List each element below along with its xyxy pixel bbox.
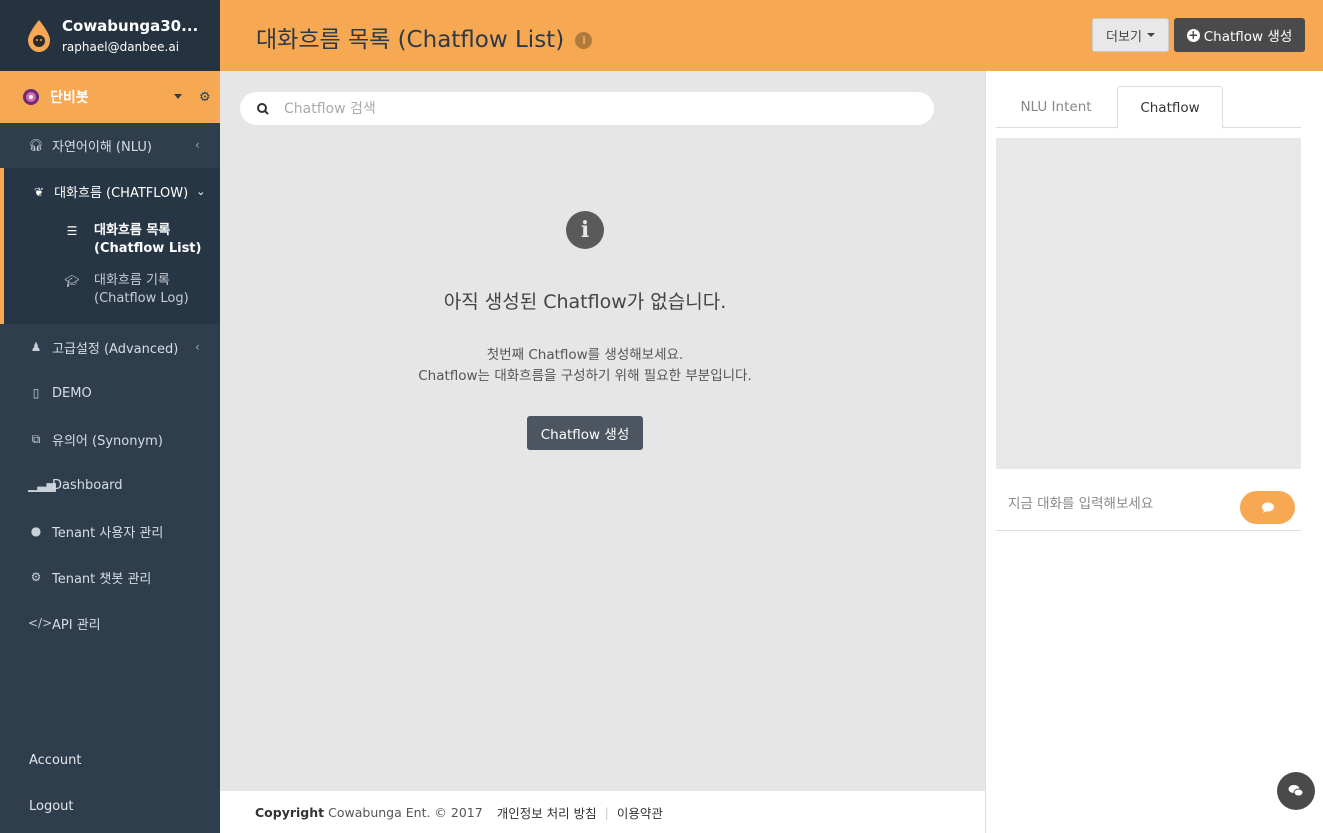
- terms-link[interactable]: 이용약관: [617, 803, 663, 822]
- mobile-icon: ▯: [32, 386, 40, 400]
- sidebar-item-nlu[interactable]: 🎧︎ 자연어이해 (NLU) ‹: [0, 125, 220, 165]
- page-title-text: 대화흐름 목록 (Chatflow List): [256, 27, 565, 53]
- copyright-label: Copyright: [255, 804, 325, 820]
- brand-header[interactable]: Cowabunga30... raphael@danbee.ai: [0, 0, 220, 71]
- tab-nlu-intent[interactable]: NLU Intent: [996, 86, 1116, 128]
- chat-input-row: [996, 484, 1301, 531]
- caret-down-icon[interactable]: [174, 94, 182, 99]
- sidebar-subitem-chatflow-list[interactable]: ☰ 대화흐름 목록 (Chatflow List): [64, 222, 202, 258]
- sidebar-item-label: Tenant 챗봇 관리: [52, 571, 152, 587]
- sidebar-item-advanced[interactable]: ♟ 고급설정 (Advanced) ‹: [0, 327, 220, 367]
- info-circle-icon: i: [566, 211, 604, 249]
- bot-selector[interactable]: 단비봇 ⚙: [0, 71, 220, 123]
- search-input[interactable]: [284, 100, 884, 117]
- list-icon: ☰: [66, 224, 78, 238]
- sidebar-item-label: Tenant 사용자 관리: [52, 525, 164, 541]
- logout-link[interactable]: Logout: [29, 799, 74, 814]
- empty-state-description: 첫번째 Chatflow를 생성해보세요. Chatflow는 대화흐름을 구성…: [220, 345, 950, 387]
- page-header: 대화흐름 목록 (Chatflow List) i 더보기 + Chatflow…: [220, 0, 1323, 71]
- person-icon: ♟: [30, 340, 42, 354]
- graduation-cap-icon: 🎓︎: [64, 274, 80, 288]
- speech-bubble-icon: [1261, 502, 1274, 513]
- plus-circle-icon: +: [1186, 27, 1200, 42]
- chat-bubbles-icon: [1288, 785, 1304, 797]
- bot-avatar-icon: [23, 89, 39, 105]
- empty-desc-line: Chatflow는 대화흐름을 구성하기 위해 필요한 부분입니다.: [418, 368, 752, 384]
- user-icon: ●: [30, 524, 42, 538]
- sidebar-group-chatflow: ❦ 대화흐름 (CHATFLOW) ⌄ ☰ 대화흐름 목록 (Chatflow …: [0, 168, 220, 324]
- main-content: i 아직 생성된 Chatflow가 없습니다. 첫번째 Chatflow를 생…: [220, 71, 985, 791]
- sidebar-item-tenant-bots[interactable]: ⚙ Tenant 챗봇 관리: [0, 557, 220, 597]
- send-message-button[interactable]: [1240, 491, 1295, 524]
- footer-divider: |: [604, 804, 609, 820]
- page-title: 대화흐름 목록 (Chatflow List) i: [256, 20, 593, 54]
- gear-icon[interactable]: ⚙: [199, 90, 211, 105]
- privacy-policy-link[interactable]: 개인정보 처리 방침: [497, 803, 597, 822]
- chevron-down-icon: ⌄: [196, 185, 206, 198]
- caret-down-icon: [1146, 33, 1155, 37]
- sidebar-subitem-chatflow-log[interactable]: 🎓︎ 대화흐름 기록 (Chatflow Log): [64, 272, 189, 308]
- more-dropdown-button[interactable]: 더보기: [1092, 18, 1169, 52]
- empty-desc-line: 첫번째 Chatflow를 생성해보세요.: [486, 347, 684, 363]
- tenant-name: Cowabunga30...: [62, 17, 199, 35]
- sidebar-item-demo[interactable]: ▯ DEMO: [0, 373, 220, 413]
- tab-chatflow[interactable]: Chatflow: [1117, 86, 1223, 129]
- info-icon[interactable]: i: [575, 32, 593, 49]
- user-email: raphael@danbee.ai: [62, 40, 180, 54]
- chat-test-panel: NLU Intent Chatflow: [985, 71, 1323, 833]
- sidebar-item-label: API 관리: [52, 617, 101, 633]
- headphones-icon: 🎧︎: [28, 138, 44, 152]
- more-button-label: 더보기: [1106, 29, 1142, 45]
- chat-support-button[interactable]: [1277, 772, 1315, 810]
- signal-bars-icon: ▁▃▅: [28, 478, 56, 492]
- sidebar-item-api[interactable]: </> API 관리: [0, 603, 220, 643]
- empty-create-chatflow-button[interactable]: Chatflow 생성: [527, 416, 643, 450]
- sidebar-item-label: DEMO: [52, 385, 92, 401]
- copy-icon: ⧉: [31, 431, 41, 446]
- account-link[interactable]: Account: [29, 753, 82, 768]
- sidebar: Cowabunga30... raphael@danbee.ai 단비봇 ⚙ 🎧…: [0, 0, 220, 833]
- copyright-text: Cowabunga Ent. © 2017: [328, 804, 483, 820]
- create-button-label: Chatflow 생성: [1203, 29, 1293, 45]
- sidebar-item-tenant-users[interactable]: ● Tenant 사용자 관리: [0, 511, 220, 551]
- search-icon: [257, 102, 269, 115]
- chevron-left-icon: ‹: [195, 340, 200, 354]
- sidebar-item-label: 대화흐름 (CHATFLOW): [54, 186, 189, 201]
- sidebar-item-label: 고급설정 (Advanced): [52, 341, 179, 357]
- sidebar-item-synonym[interactable]: ⧉ 유의어 (Synonym): [0, 419, 220, 459]
- empty-state-title: 아직 생성된 Chatflow가 없습니다.: [443, 291, 727, 313]
- footer: Copyright Cowabunga Ent. © 2017 개인정보 처리 …: [220, 791, 985, 833]
- sidebar-item-chatflow[interactable]: ❦ 대화흐름 (CHATFLOW) ⌄: [34, 182, 206, 202]
- chevron-left-icon: ‹: [195, 138, 200, 152]
- sidebar-item-dashboard[interactable]: ▁▃▅ Dashboard: [0, 465, 220, 505]
- sidebar-item-label: Dashboard: [52, 477, 123, 493]
- chat-input[interactable]: [1008, 496, 1228, 512]
- sidebar-item-label: 유의어 (Synonym): [52, 433, 163, 449]
- sub-item-label: (Chatflow Log): [94, 291, 189, 306]
- sidebar-item-label: 자연어이해 (NLU): [52, 139, 152, 155]
- sub-item-label: (Chatflow List): [94, 241, 202, 256]
- sub-item-label: 대화흐름 목록: [94, 223, 171, 238]
- code-icon: </>: [28, 616, 53, 630]
- bot-name: 단비봇: [50, 90, 89, 106]
- search-bar[interactable]: [240, 92, 934, 125]
- create-chatflow-button[interactable]: + Chatflow 생성: [1174, 18, 1305, 52]
- panel-tabs: NLU Intent Chatflow: [996, 86, 1301, 129]
- gear-icon: ⚙: [30, 570, 42, 584]
- chat-messages-area: [996, 138, 1301, 469]
- cowabunga-logo-icon: [28, 19, 50, 52]
- sub-item-label: 대화흐름 기록: [94, 273, 170, 288]
- sprout-icon: ❦: [34, 184, 45, 199]
